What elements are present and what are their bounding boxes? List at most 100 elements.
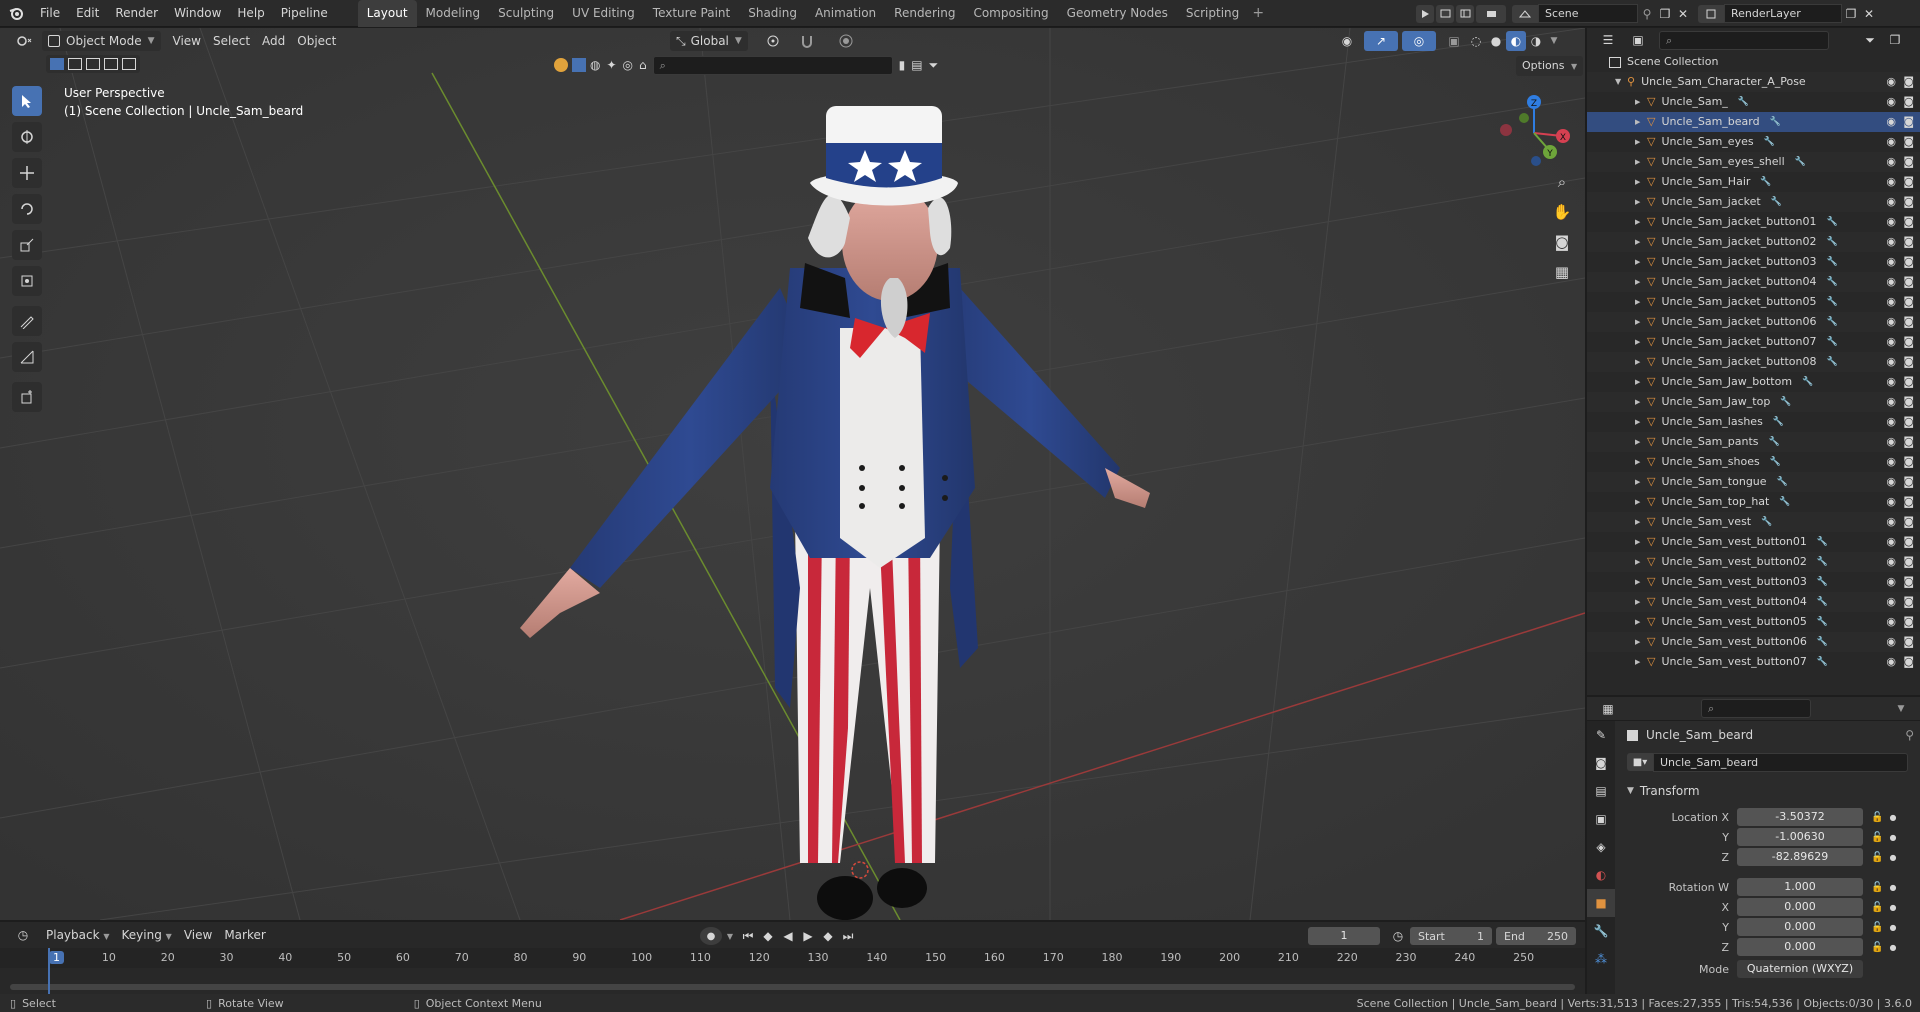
expand-right-icon[interactable]: ▶ bbox=[1635, 112, 1647, 132]
modifier-icon[interactable]: 🔧 bbox=[1764, 132, 1775, 152]
eye-icon[interactable]: ◉ bbox=[1886, 592, 1896, 612]
render-settings-icon[interactable] bbox=[1476, 4, 1506, 23]
keyframe-dot-icon[interactable]: ● bbox=[1889, 943, 1896, 952]
camera-icon[interactable]: ◙ bbox=[1903, 172, 1914, 192]
object-mode-dropdown[interactable]: Object Mode ▼ bbox=[42, 31, 161, 51]
modifier-icon[interactable]: 🔧 bbox=[1826, 272, 1837, 292]
camera-icon[interactable]: ◙ bbox=[1903, 112, 1914, 132]
select-new-icon[interactable] bbox=[50, 58, 64, 70]
camera-icon[interactable]: ◙ bbox=[1903, 72, 1914, 92]
viewport-menu-view[interactable]: View bbox=[167, 31, 207, 51]
eye-icon[interactable]: ◉ bbox=[1886, 72, 1896, 92]
camera-icon[interactable]: ◙ bbox=[1903, 312, 1914, 332]
keyframe-dot-icon[interactable]: ● bbox=[1889, 853, 1896, 862]
camera-icon[interactable]: ◙ bbox=[1903, 532, 1914, 552]
view-layer-field[interactable]: RenderLayer bbox=[1724, 4, 1842, 23]
delete-view-layer-icon[interactable]: ✕ bbox=[1860, 5, 1878, 23]
tab-rendering[interactable]: Rendering bbox=[885, 0, 964, 27]
camera-icon[interactable]: ◙ bbox=[1903, 332, 1914, 352]
expand-right-icon[interactable]: ▶ bbox=[1635, 212, 1647, 232]
modifier-icon[interactable]: 🔧 bbox=[1770, 452, 1781, 472]
navigation-gizmo[interactable]: Z X Y bbox=[1494, 88, 1574, 168]
options-button[interactable]: Options ▼ bbox=[1516, 56, 1584, 76]
new-collection-icon[interactable]: ❐ bbox=[1885, 30, 1905, 50]
location-y-field[interactable]: -1.00630 bbox=[1737, 828, 1863, 846]
tab-compositing[interactable]: Compositing bbox=[964, 0, 1057, 27]
chevron-down-icon[interactable]: ▼ bbox=[722, 932, 738, 941]
menu-help[interactable]: Help bbox=[229, 0, 272, 27]
eye-icon[interactable]: ◉ bbox=[1886, 512, 1896, 532]
modifier-icon[interactable]: 🔧 bbox=[1826, 352, 1837, 372]
light-filter-icon[interactable]: ✦ bbox=[606, 58, 616, 72]
lock-icon[interactable]: 🔓 bbox=[1871, 882, 1883, 893]
rotation-z-field[interactable]: 0.000 bbox=[1737, 938, 1863, 956]
tab-sculpting[interactable]: Sculpting bbox=[489, 0, 563, 27]
expand-right-icon[interactable]: ▶ bbox=[1635, 412, 1647, 432]
tab-animation[interactable]: Animation bbox=[806, 0, 885, 27]
camera-icon[interactable]: ◙ bbox=[1903, 292, 1914, 312]
3d-viewport[interactable]: Object Mode ▼ View Select Add Object ⤡ G… bbox=[0, 28, 1585, 920]
eye-icon[interactable]: ◉ bbox=[1886, 472, 1896, 492]
zoom-icon[interactable]: ⌕ bbox=[1548, 168, 1576, 196]
tab-geometry-nodes[interactable]: Geometry Nodes bbox=[1058, 0, 1177, 27]
overlays-toggle-icon[interactable]: ◎ bbox=[1402, 31, 1436, 51]
outliner-item[interactable]: ▶ ▽ Uncle_Sam_eyes_shell 🔧 ◉ ◙ bbox=[1587, 152, 1920, 172]
shading-options-icon[interactable]: ▼ bbox=[1546, 31, 1562, 51]
menu-file[interactable]: File bbox=[32, 0, 68, 27]
eye-icon[interactable]: ◉ bbox=[1886, 632, 1896, 652]
outliner-item[interactable]: ▶ ▽ Uncle_Sam_Jaw_top 🔧 ◉ ◙ bbox=[1587, 392, 1920, 412]
outliner-item[interactable]: ▶ ▽ Uncle_Sam_beard 🔧 ◉ ◙ bbox=[1587, 112, 1920, 132]
rotate-tool-icon[interactable] bbox=[12, 194, 42, 224]
location-z-field[interactable]: -82.89629 bbox=[1737, 848, 1863, 866]
lock-icon[interactable]: 🔓 bbox=[1871, 852, 1883, 863]
eye-icon[interactable]: ◉ bbox=[1886, 332, 1896, 352]
expand-right-icon[interactable]: ▶ bbox=[1635, 132, 1647, 152]
stopwatch-icon[interactable]: ◷ bbox=[1386, 929, 1410, 943]
record-keyframe-icon[interactable]: ● bbox=[700, 927, 722, 945]
eye-icon[interactable]: ◉ bbox=[1886, 412, 1896, 432]
outliner-item[interactable]: ▶ ▽ Uncle_Sam_jacket 🔧 ◉ ◙ bbox=[1587, 192, 1920, 212]
eye-icon[interactable]: ◉ bbox=[1886, 172, 1896, 192]
camera-icon[interactable]: ◙ bbox=[1903, 432, 1914, 452]
expand-right-icon[interactable]: ▶ bbox=[1635, 232, 1647, 252]
timeline-menu-playback[interactable]: Playback ▼ bbox=[40, 925, 116, 945]
modifier-icon[interactable]: 🔧 bbox=[1777, 472, 1788, 492]
rotation-mode-dropdown[interactable]: Quaternion (WXYZ) bbox=[1737, 960, 1863, 978]
expand-right-icon[interactable]: ▶ bbox=[1635, 92, 1647, 112]
outliner-item[interactable]: ▶ ▽ Uncle_Sam_ 🔧 ◉ ◙ bbox=[1587, 92, 1920, 112]
modifier-icon[interactable]: 🔧 bbox=[1817, 592, 1828, 612]
eye-icon[interactable]: ◉ bbox=[1886, 132, 1896, 152]
new-scene-icon[interactable]: ❐ bbox=[1656, 5, 1674, 23]
outliner-item[interactable]: ▶ ▽ Uncle_Sam_vest 🔧 ◉ ◙ bbox=[1587, 512, 1920, 532]
eye-icon[interactable]: ◉ bbox=[1886, 432, 1896, 452]
editor-type-icon[interactable]: ▦ bbox=[1593, 699, 1623, 719]
view-options-icon[interactable]: ▤ bbox=[911, 58, 922, 72]
tool-tab-icon[interactable]: ✎ bbox=[1587, 721, 1615, 749]
modifier-icon[interactable]: 🔧 bbox=[1779, 492, 1790, 512]
render-image-icon[interactable] bbox=[1436, 4, 1454, 23]
eye-icon[interactable]: ◉ bbox=[1886, 232, 1896, 252]
expand-right-icon[interactable]: ▶ bbox=[1635, 392, 1647, 412]
cursor-tool-icon[interactable] bbox=[12, 122, 42, 152]
editor-type-icon[interactable] bbox=[6, 30, 42, 52]
modifier-icon[interactable]: 🔧 bbox=[1802, 372, 1813, 392]
collection-row[interactable]: ▼ ⚲ Uncle_Sam_Character_A_Pose ◉ ◙ bbox=[1587, 72, 1920, 92]
expand-right-icon[interactable]: ▶ bbox=[1635, 552, 1647, 572]
modifier-icon[interactable]: 🔧 bbox=[1760, 172, 1771, 192]
outliner-item[interactable]: ▶ ▽ Uncle_Sam_jacket_button06 🔧 ◉ ◙ bbox=[1587, 312, 1920, 332]
other-filter-icon[interactable]: ⌂ bbox=[639, 58, 647, 72]
modifier-icon[interactable]: 🔧 bbox=[1795, 152, 1806, 172]
object-name-field[interactable]: Uncle_Sam_beard bbox=[1653, 752, 1908, 772]
expand-right-icon[interactable]: ▶ bbox=[1635, 152, 1647, 172]
camera-icon[interactable]: ◙ bbox=[1903, 232, 1914, 252]
eye-icon[interactable]: ◉ bbox=[1886, 212, 1896, 232]
gizmo-toggle-icon[interactable]: ↗ bbox=[1364, 31, 1398, 51]
camera-icon[interactable]: ◙ bbox=[1903, 352, 1914, 372]
camera-icon[interactable]: ◙ bbox=[1903, 652, 1914, 672]
expand-right-icon[interactable]: ▶ bbox=[1635, 592, 1647, 612]
start-frame-field[interactable]: Start 1 bbox=[1410, 927, 1492, 945]
expand-right-icon[interactable]: ▶ bbox=[1635, 652, 1647, 672]
eye-icon[interactable]: ◉ bbox=[1886, 532, 1896, 552]
menu-edit[interactable]: Edit bbox=[68, 0, 107, 27]
location-x-field[interactable]: -3.50372 bbox=[1737, 808, 1863, 826]
